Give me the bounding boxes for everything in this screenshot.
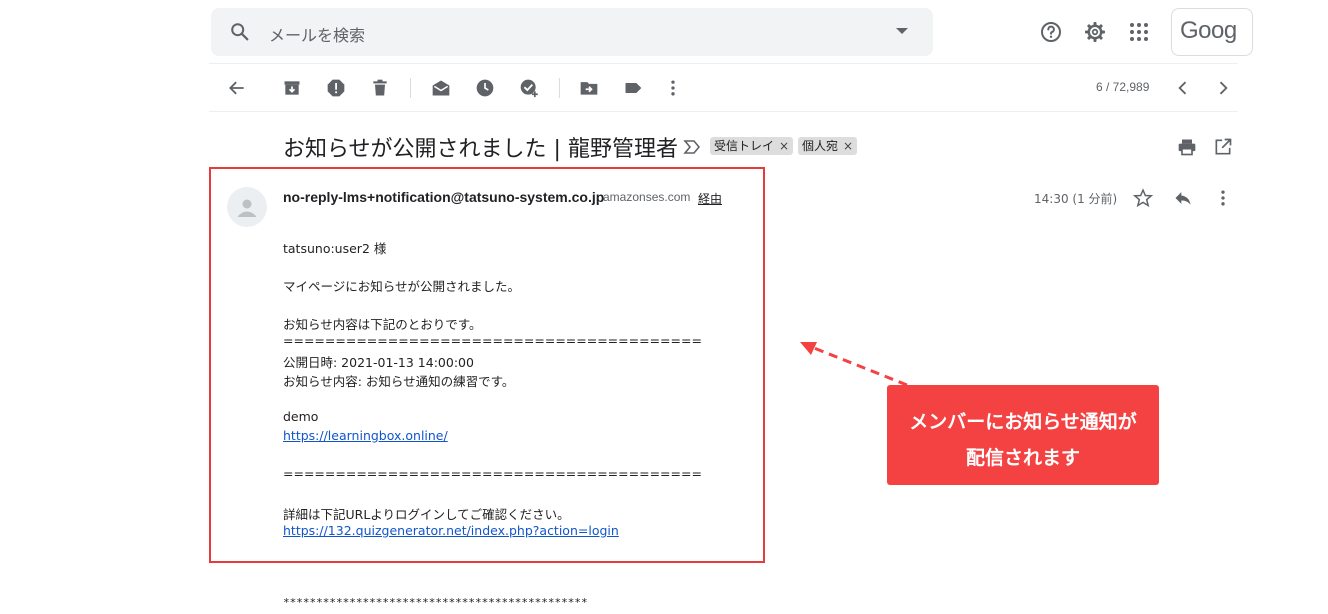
divider	[209, 111, 1238, 112]
callout-line-2: 配信されます	[965, 447, 1080, 469]
back-arrow-icon[interactable]	[227, 78, 247, 98]
remove-label-icon[interactable]: ×	[843, 139, 853, 153]
account-logo-button[interactable]: Goog	[1171, 8, 1253, 56]
reply-icon[interactable]	[1173, 188, 1193, 208]
pagination-count: 6 / 72,989	[1096, 80, 1150, 94]
toolbar-separator	[559, 78, 560, 98]
gear-icon[interactable]	[1083, 20, 1107, 44]
add-task-icon[interactable]	[519, 78, 539, 98]
search-input[interactable]: メールを検索	[269, 22, 365, 46]
more-vert-icon[interactable]	[1213, 188, 1233, 208]
more-vert-icon[interactable]	[663, 78, 683, 98]
archive-icon[interactable]	[282, 78, 302, 98]
report-spam-icon[interactable]	[326, 78, 346, 98]
logo-text: Goog	[1180, 17, 1237, 44]
label-icon[interactable]	[623, 78, 643, 98]
label-chip-inbox[interactable]: 受信トレイ ×	[710, 137, 794, 155]
annotation-callout: メンバーにお知らせ通知が 配信されます	[887, 385, 1159, 485]
callout-line-1: メンバーにお知らせ通知が	[909, 411, 1137, 433]
label-chip-personal[interactable]: 個人宛 ×	[798, 137, 858, 155]
importance-marker-icon[interactable]	[683, 139, 701, 155]
highlight-box	[209, 167, 765, 563]
apps-grid-icon[interactable]	[1127, 20, 1151, 44]
remove-label-icon[interactable]: ×	[779, 139, 789, 153]
search-options-caret-icon[interactable]	[896, 28, 908, 34]
divider	[209, 63, 1238, 64]
search-icon[interactable]	[229, 21, 251, 43]
mark-unread-icon[interactable]	[431, 78, 451, 98]
print-icon[interactable]	[1177, 137, 1197, 157]
star-icon[interactable]	[1133, 188, 1153, 208]
chevron-right-icon[interactable]	[1213, 78, 1233, 98]
trash-icon[interactable]	[370, 78, 390, 98]
email-subject: お知らせが公開されました | 龍野管理者	[283, 137, 678, 162]
toolbar-separator	[410, 78, 411, 98]
open-new-window-icon[interactable]	[1213, 137, 1233, 157]
help-icon[interactable]	[1039, 20, 1063, 44]
clock-icon[interactable]	[475, 78, 495, 98]
chevron-left-icon[interactable]	[1173, 78, 1193, 98]
move-to-icon[interactable]	[579, 78, 599, 98]
message-time: 14:30 (1 分前)	[1034, 192, 1118, 206]
body-trailing-line: ****************************************…	[283, 596, 588, 609]
search-bar[interactable]: メールを検索	[211, 8, 933, 56]
